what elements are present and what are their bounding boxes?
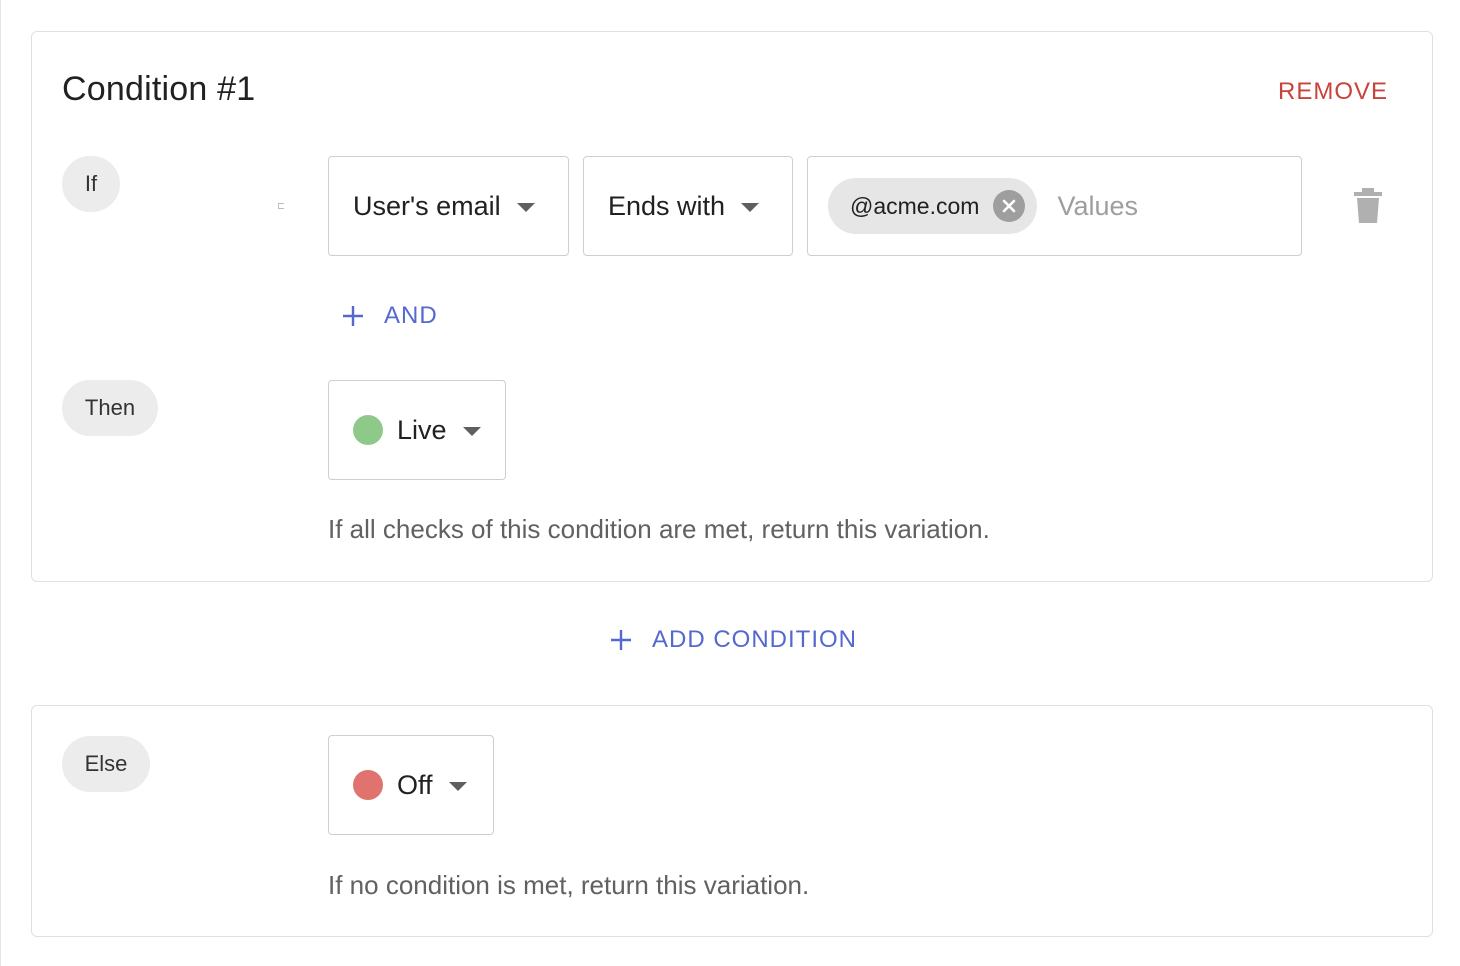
status-dot-icon [353,770,383,800]
if-pill: If [62,156,120,212]
plus-icon [342,305,364,327]
add-and-button[interactable]: AND [342,302,438,330]
then-variation-select[interactable]: Live [328,380,506,480]
else-variation-select[interactable]: Off [328,735,494,835]
close-circle-icon[interactable] [993,190,1026,222]
then-pill: Then [62,380,158,436]
condition-title: Condition #1 [62,70,256,108]
plus-icon [610,629,632,651]
caret-down-icon [516,202,535,212]
field-select-label: User's email [353,190,501,221]
else-pill: Else [62,736,150,792]
trash-icon[interactable] [1352,188,1384,229]
else-variation-label: Off [397,769,433,800]
caret-down-icon [741,202,760,212]
drag-handle-icon[interactable] [278,203,284,209]
remove-condition-button[interactable]: REMOVE [1278,78,1388,106]
values-input[interactable] [1055,189,1260,223]
condition-editor: Condition #1 REMOVE If User's email Ends… [0,0,1460,966]
caret-down-icon [448,781,467,791]
then-variation-label: Live [397,414,447,445]
add-condition-label: ADD CONDITION [652,626,857,653]
caret-down-icon [462,426,481,436]
value-chip-label: @acme.com [850,192,980,219]
else-helper-text: If no condition is met, return this vari… [328,870,810,900]
condition-card: Condition #1 REMOVE If User's email Ends… [31,31,1433,582]
condition-helper-text: If all checks of this condition are met,… [328,514,990,544]
add-and-label: AND [384,302,438,329]
values-field[interactable]: @acme.com [807,156,1302,256]
value-chip: @acme.com [828,178,1038,234]
else-card: Else Off If no condition is met, return … [31,705,1433,937]
status-dot-icon [353,415,383,445]
operator-select[interactable]: Ends with [583,156,793,256]
field-select[interactable]: User's email [328,156,569,256]
add-condition-button[interactable]: ADD CONDITION [610,626,857,654]
operator-select-label: Ends with [608,190,726,221]
